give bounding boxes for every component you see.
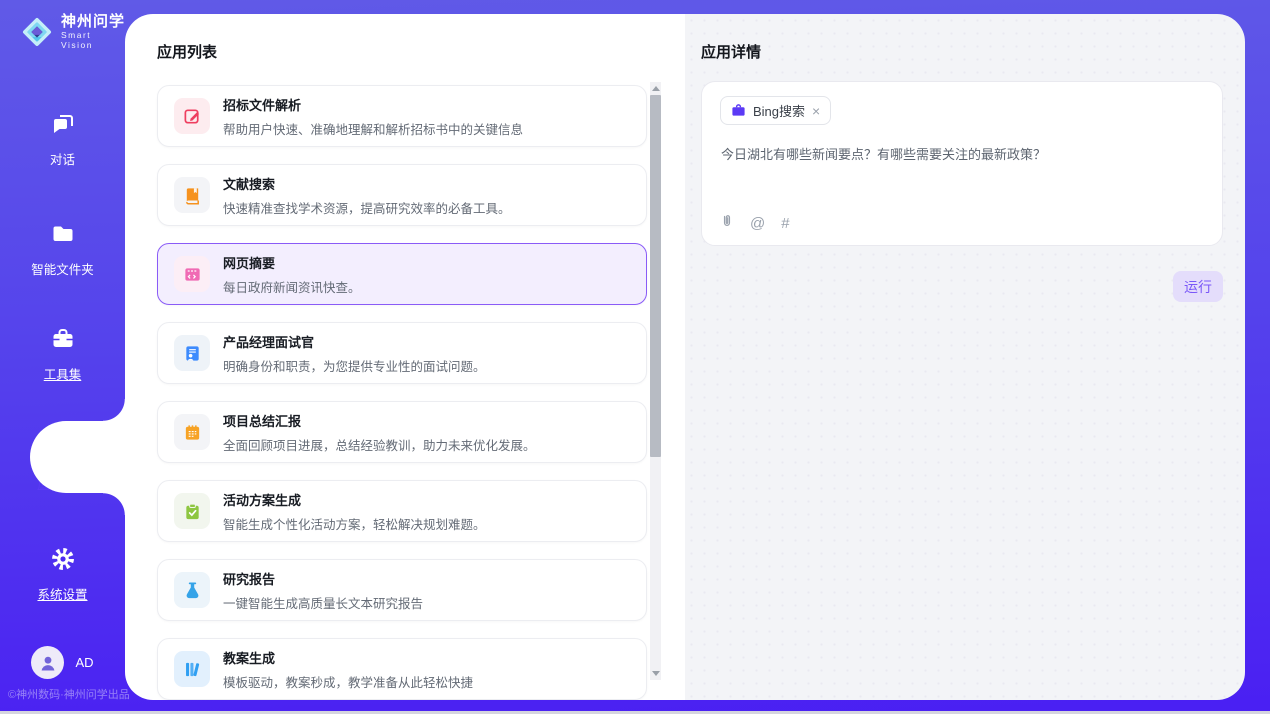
app-list-title: 应用列表 [157,41,217,62]
app-detail-title: 应用详情 [701,41,761,62]
gear-icon [50,546,76,577]
attachment-icon[interactable] [720,213,734,234]
web-summary-icon [174,256,210,292]
briefcase-icon [731,103,746,118]
scrollbar-down-arrow-icon[interactable] [652,671,660,676]
lesson-plan-icon [174,651,210,687]
literature-search-icon [174,177,210,213]
app-window: 神州问学 Smart Vision 对话 智能文件夹 [0,0,1270,714]
avatar [31,646,64,679]
app-card-pm-interviewer[interactable]: 产品经理面试官 明确身份和职责，为您提供专业性的面试问题。 [157,322,647,384]
prompt-editor-card: Bing搜索 × 今日湖北有哪些新闻要点？有哪些需要关注的最新政策？ @ # [701,81,1223,246]
research-report-icon [174,572,210,608]
app-card-title: 文献搜索 [223,174,511,193]
app-card-title: 招标文件解析 [223,95,523,114]
project-report-icon [174,414,210,450]
app-card-lesson-plan[interactable]: 教案生成 模板驱动，教案秒成，教学准备从此轻松快捷 [157,638,647,700]
app-card-bid-document[interactable]: 招标文件解析 帮助用户快速、准确地理解和解析招标书中的关键信息 [157,85,647,147]
chat-icon [50,111,76,142]
close-icon[interactable]: × [812,104,820,118]
query-input[interactable]: 今日湖北有哪些新闻要点？有哪些需要关注的最新政策？ [721,145,1202,164]
pm-interviewer-icon [174,335,210,371]
folder-icon [50,221,76,252]
sidebar-item-smart-folder[interactable]: 智能文件夹 [0,221,125,278]
app-card-desc: 每日政府新闻资讯快查。 [223,277,361,296]
scrollbar-up-arrow-icon[interactable] [652,86,660,91]
app-list-pane: 应用列表 招标文件解析 帮助用户快速、准确地理解和解析招标书中的关键信息 [125,14,685,700]
app-card-list: 招标文件解析 帮助用户快速、准确地理解和解析招标书中的关键信息 文献搜索 [157,85,647,700]
sidebar-item-settings[interactable]: 系统设置 [0,546,125,603]
bid-document-icon [174,98,210,134]
sidebar-item-toolset[interactable]: 工具集 [0,326,125,383]
sidebar-item-chat[interactable]: 对话 [0,111,125,168]
brand-logo: 神州问学 Smart Vision [20,13,125,50]
app-card-title: 网页摘要 [223,253,361,272]
sidebar-item-label: 工具集 [44,364,82,383]
brand-name: 神州问学 [61,13,125,30]
app-card-title: 产品经理面试官 [223,332,486,351]
app-card-desc: 帮助用户快速、准确地理解和解析招标书中的关键信息 [223,119,523,138]
activity-plan-icon [174,493,210,529]
scrollbar[interactable] [650,82,661,680]
app-card-title: 教案生成 [223,648,473,667]
user-account[interactable]: AD [0,646,125,679]
app-card-title: 研究报告 [223,569,423,588]
app-detail-pane: 应用详情 Bing搜索 × 今日湖北有哪些新闻要点？有哪些需要关注的最新政策？ [685,14,1245,700]
sidebar-item-label: 对话 [50,149,75,168]
person-icon [38,653,58,673]
app-card-title: 活动方案生成 [223,490,486,509]
mention-icon[interactable]: @ [750,215,765,232]
app-card-desc: 快速精准查找学术资源，提高研究效率的必备工具。 [223,198,511,217]
toolbox-icon [50,326,76,357]
app-card-desc: 一键智能生成高质量长文本研究报告 [223,593,423,612]
app-card-web-summary[interactable]: 网页摘要 每日政府新闻资讯快查。 [157,243,647,305]
app-card-activity-plan[interactable]: 活动方案生成 智能生成个性化活动方案，轻松解决规划难题。 [157,480,647,542]
brand-subtitle: Smart Vision [61,30,125,50]
app-card-desc: 模板驱动，教案秒成，教学准备从此轻松快捷 [223,672,473,691]
tool-tag-bing-search[interactable]: Bing搜索 × [720,96,831,125]
sidebar-item-label: 系统设置 [37,584,87,603]
app-card-desc: 全面回顾项目进展，总结经验教训，助力未来优化发展。 [223,435,536,454]
app-card-project-report[interactable]: 项目总结汇报 全面回顾项目进展，总结经验教训，助力未来优化发展。 [157,401,647,463]
scrollbar-thumb[interactable] [650,95,661,457]
app-card-research-report[interactable]: 研究报告 一键智能生成高质量长文本研究报告 [157,559,647,621]
editor-toolbar: @ # [720,213,790,234]
app-card-desc: 智能生成个性化活动方案，轻松解决规划难题。 [223,514,486,533]
app-card-desc: 明确身份和职责，为您提供专业性的面试问题。 [223,356,486,375]
user-name: AD [75,655,93,670]
hash-icon[interactable]: # [781,215,789,232]
run-button[interactable]: 运行 [1173,271,1223,302]
brand-diamond-icon [20,15,54,49]
sidebar: 神州问学 Smart Vision 对话 智能文件夹 [0,0,125,714]
copyright-footer: ©神州数码·神州问学出品 [8,686,130,702]
active-nav-bubble [30,421,125,493]
app-card-title: 项目总结汇报 [223,411,536,430]
sidebar-item-label: 智能文件夹 [31,259,94,278]
app-card-literature-search[interactable]: 文献搜索 快速精准查找学术资源，提高研究效率的必备工具。 [157,164,647,226]
main-panel: 应用列表 招标文件解析 帮助用户快速、准确地理解和解析招标书中的关键信息 [125,14,1245,700]
tool-tag-label: Bing搜索 [753,101,805,120]
